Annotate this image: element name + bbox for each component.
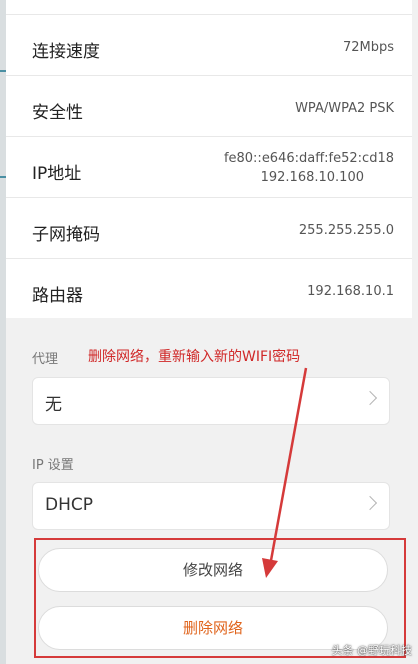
chevron-right-icon <box>362 390 378 406</box>
info-label: 连接速度 <box>32 42 100 62</box>
info-row-router: 路由器 192.168.10.1 <box>6 258 412 319</box>
annotation-text: 删除网络，重新输入新的WIFI密码 <box>88 349 301 365</box>
info-label: 路由器 <box>32 286 83 306</box>
info-value: 192.168.10.1 <box>307 284 394 299</box>
info-row-security: 安全性 WPA/WPA2 PSK <box>6 75 412 137</box>
proxy-value: 无 <box>45 395 62 415</box>
info-value: 255.255.255.0 <box>298 223 394 238</box>
info-row-subnet-mask: 子网掩码 255.255.255.0 <box>6 197 412 259</box>
ip-settings-label: IP 设置 <box>32 458 74 473</box>
info-label: 安全性 <box>32 103 83 123</box>
proxy-label: 代理 <box>32 352 59 367</box>
proxy-select[interactable]: 无 <box>32 377 390 425</box>
modify-network-button[interactable]: 修改网络 <box>38 548 388 592</box>
network-info-panel: 连接速度 72Mbps 安全性 WPA/WPA2 PSK IP地址 fe80::… <box>6 0 412 318</box>
chevron-right-icon <box>362 495 378 511</box>
ip-settings-value: DHCP <box>45 495 93 515</box>
info-value-ipv6: fe80::e646:daff:fe52:cd18 <box>223 151 394 166</box>
watermark: 头条 @野玩科技 <box>331 644 413 657</box>
info-value-ipv4: 192.168.10.100 <box>260 170 364 185</box>
ip-settings-select[interactable]: DHCP <box>32 482 390 530</box>
info-row-link-speed: 连接速度 72Mbps <box>6 14 412 76</box>
info-row-ip-address: IP地址 fe80::e646:daff:fe52:cd18 192.168.1… <box>6 136 412 198</box>
info-value: WPA/WPA2 PSK <box>295 101 394 116</box>
info-label: IP地址 <box>32 164 82 184</box>
info-label: 子网掩码 <box>32 225 100 245</box>
info-value: 72Mbps <box>342 40 394 55</box>
